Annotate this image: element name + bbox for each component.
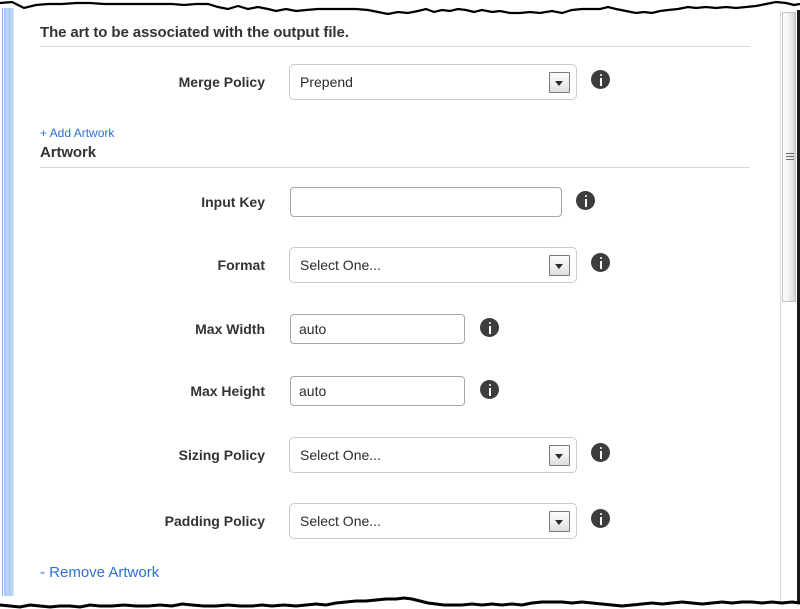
label-padding-policy: Padding Policy	[164, 513, 265, 529]
chevron-down-icon[interactable]	[549, 255, 570, 276]
info-icon-sizing-policy[interactable]	[591, 443, 610, 462]
scrollbar-grip-icon	[786, 153, 794, 162]
select-sizing-policy[interactable]: Select One...	[289, 437, 577, 473]
section-heading-rule	[40, 46, 750, 47]
info-icon-merge-policy[interactable]	[591, 70, 610, 89]
info-icon-input-key[interactable]	[576, 191, 595, 210]
form-panel: The art to be associated with the output…	[0, 0, 760, 609]
select-format[interactable]: Select One...	[289, 247, 577, 283]
chevron-down-icon[interactable]	[549, 72, 570, 93]
scrollbar-thumb[interactable]	[782, 12, 796, 302]
label-format: Format	[217, 257, 265, 273]
section-heading: The art to be associated with the output…	[40, 24, 349, 41]
chevron-down-icon[interactable]	[549, 445, 570, 466]
field-row-merge-policy: Merge Policy Prepend	[0, 64, 760, 104]
artwork-heading-rule	[40, 167, 750, 168]
label-max-width: Max Width	[195, 321, 265, 337]
add-artwork-link[interactable]: + Add Artwork	[40, 126, 114, 140]
select-padding-policy-value: Select One...	[300, 513, 381, 529]
remove-artwork-link[interactable]: - Remove Artwork	[40, 564, 159, 581]
field-row-max-height: Max Height	[0, 376, 760, 416]
max-height-field[interactable]	[290, 376, 465, 406]
select-sizing-policy-value: Select One...	[300, 447, 381, 463]
label-sizing-policy: Sizing Policy	[178, 447, 265, 463]
select-format-value: Select One...	[300, 257, 381, 273]
select-merge-policy[interactable]: Prepend	[289, 64, 577, 100]
field-row-padding-policy: Padding Policy Select One...	[0, 503, 760, 543]
select-padding-policy[interactable]: Select One...	[289, 503, 577, 539]
info-icon-format[interactable]	[591, 253, 610, 272]
max-width-field[interactable]	[290, 314, 465, 344]
label-input-key: Input Key	[201, 194, 265, 210]
field-row-sizing-policy: Sizing Policy Select One...	[0, 437, 760, 477]
vertical-scrollbar[interactable]	[780, 10, 797, 602]
info-icon-max-width[interactable]	[480, 318, 499, 337]
info-icon-padding-policy[interactable]	[591, 509, 610, 528]
chevron-down-icon[interactable]	[549, 511, 570, 532]
info-icon-max-height[interactable]	[480, 380, 499, 399]
field-row-max-width: Max Width	[0, 314, 760, 354]
input-key-field[interactable]	[290, 187, 562, 217]
screenshot-root: The art to be associated with the output…	[0, 0, 800, 609]
select-merge-policy-value: Prepend	[300, 74, 353, 90]
field-row-input-key: Input Key	[0, 187, 760, 227]
field-row-format: Format Select One...	[0, 247, 760, 287]
label-max-height: Max Height	[190, 383, 265, 399]
label-merge-policy: Merge Policy	[178, 74, 265, 90]
artwork-heading: Artwork	[40, 144, 96, 161]
